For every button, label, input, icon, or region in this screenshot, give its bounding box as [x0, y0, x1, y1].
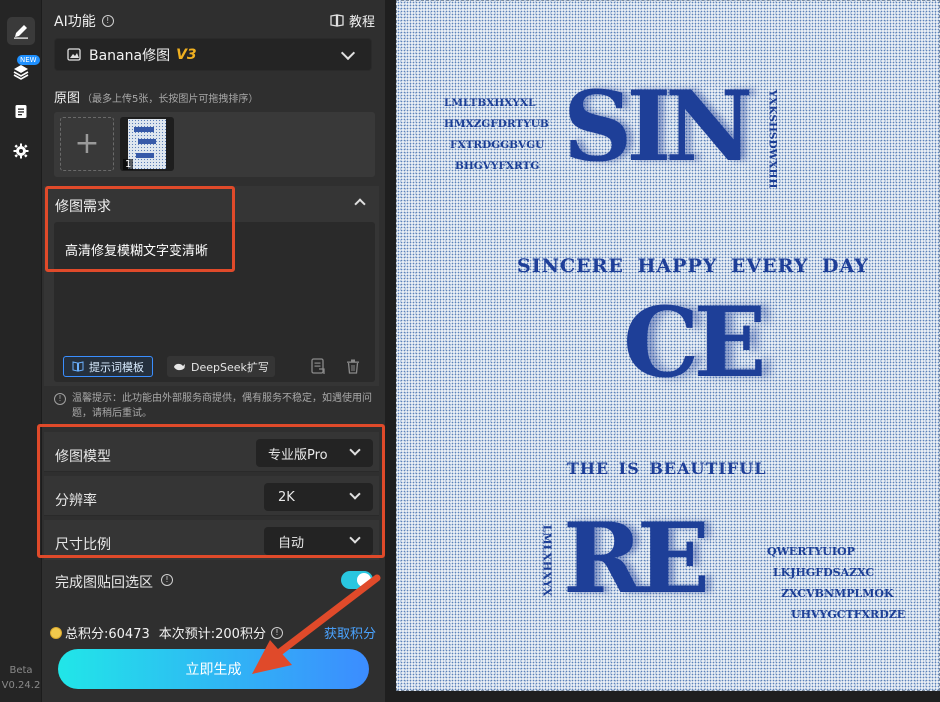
poster-image[interactable]: LMLTBXHXYXL HMXZGFDRTYUB FXTRDGGBVGU BHG… — [396, 0, 940, 691]
info-icon[interactable]: ! — [161, 574, 173, 586]
chevron-up-icon[interactable] — [354, 198, 366, 210]
notice-text: 温馨提示：此功能由外部服务商提供，偶有服务不稳定，如遇使用问题，请稍后重试。 — [72, 393, 372, 419]
edit-tool-button[interactable] — [7, 17, 35, 45]
panel-header: AI功能 ! — [54, 11, 114, 31]
thumbnail-area: + 1 — [54, 112, 375, 177]
model-dropdown[interactable]: 专业版Pro — [256, 439, 373, 467]
toggle-label: 完成图贴回选区 — [55, 575, 153, 591]
plus-icon: + — [74, 126, 100, 161]
poster-subtitle: THE IS BEAUTIFUL — [567, 459, 767, 478]
poster-vertical-right: YXKSHSDWXHH — [766, 89, 779, 189]
total-points: 总积分:60473 — [65, 627, 150, 642]
poster-vertical-left: LMLXHXYX — [540, 524, 554, 597]
setting-label: 分辨率 — [55, 493, 97, 509]
gear-icon — [13, 143, 29, 159]
template-icon — [72, 361, 84, 372]
prompt-template-button[interactable]: 提示词模板 — [63, 356, 153, 377]
history-tool-button[interactable] — [7, 97, 35, 125]
settings-section: 修图模型 专业版Pro 分辨率 2K 尺寸比例 自动 — [44, 430, 379, 560]
setting-label: 尺寸比例 — [55, 537, 111, 553]
thumbnail-1[interactable]: 1 — [120, 117, 174, 171]
coin-icon — [50, 626, 62, 639]
poster-left-text: LMLTBXHXYXL HMXZGFDRTYUB FXTRDGGBVGU BHG… — [444, 97, 549, 172]
source-title: 原图 — [54, 91, 81, 106]
setting-row-resolution: 分辨率 2K — [44, 476, 379, 516]
source-section: 原图 （最多上传5张，长按图片可拖拽排序） + 1 — [44, 80, 379, 178]
poster-tagline: SINCERE HAPPY EVERY DAY — [517, 255, 869, 277]
pencil-icon — [14, 25, 28, 39]
chevron-down-icon — [349, 488, 361, 500]
model-version: V3 — [176, 46, 197, 63]
poster-right-text: QWERTYUIOP LKJHGFDSAZXC ZXCVBNMPLMOK UHV… — [767, 545, 906, 621]
info-icon[interactable]: ! — [101, 15, 114, 27]
thumbnail-index: 1 — [123, 159, 134, 170]
setting-label: 修图模型 — [55, 449, 111, 465]
trash-icon[interactable] — [346, 359, 360, 374]
image-icon — [67, 48, 81, 61]
thumbnail-image — [128, 119, 166, 169]
request-title: 修图需求 — [55, 199, 111, 215]
notice: ! 温馨提示：此功能由外部服务商提供，偶有服务不稳定，如遇使用问题，请稍后重试。 — [54, 391, 376, 421]
whale-icon — [174, 363, 185, 370]
icon-rail: NEW Beta V0.24.2 — [0, 0, 42, 702]
new-badge: NEW — [17, 55, 40, 65]
setting-row-aspect: 尺寸比例 自动 — [44, 520, 379, 560]
warning-icon: ! — [54, 393, 66, 405]
version-label: V0.24.2 — [1, 680, 41, 691]
chevron-down-icon — [340, 45, 356, 61]
model-select[interactable]: Banana修图 V3 — [54, 38, 372, 71]
resolution-dropdown[interactable]: 2K — [264, 483, 373, 511]
tutorial-link[interactable]: 教程 — [330, 11, 375, 30]
setting-row-model: 修图模型 专业版Pro — [44, 432, 379, 472]
clipboard-icon — [15, 105, 27, 118]
deepseek-expand-button[interactable]: DeepSeek扩写 — [167, 356, 275, 377]
chevron-down-icon — [349, 532, 361, 544]
settings-tool-button[interactable] — [7, 137, 35, 165]
arrow-annotation — [252, 574, 381, 674]
add-image-button[interactable]: + — [60, 117, 114, 171]
source-hint: （最多上传5张，长按图片可拖拽排序） — [82, 94, 259, 105]
model-name: Banana修图 — [89, 47, 171, 64]
panel-title: AI功能 — [54, 14, 96, 30]
chevron-down-icon — [349, 444, 361, 456]
layers-icon — [13, 65, 29, 80]
ai-panel: AI功能 ! 教程 Banana修图 V3 原图 （最多上传5张，长按图片可拖拽… — [37, 0, 385, 702]
request-text: 高清修复模糊文字变清晰 — [65, 244, 209, 259]
request-section: 修图需求 高清修复模糊文字变清晰 提示词模板 DeepSeek扩写 — [44, 186, 379, 386]
poster-big-re: RE — [563, 502, 710, 615]
canvas-area: LMLTBXHXYXL HMXZGFDRTYUB FXTRDGGBVGU BHG… — [385, 0, 940, 702]
aspect-dropdown[interactable]: 自动 — [264, 527, 373, 555]
poster-big-ce: CE — [623, 286, 767, 399]
request-textarea[interactable]: 高清修复模糊文字变清晰 提示词模板 DeepSeek扩写 — [54, 222, 375, 382]
beta-label: Beta — [9, 665, 33, 676]
document-icon[interactable] — [310, 358, 326, 375]
book-icon — [330, 14, 344, 27]
poster-big-sin: SIN — [563, 70, 753, 183]
